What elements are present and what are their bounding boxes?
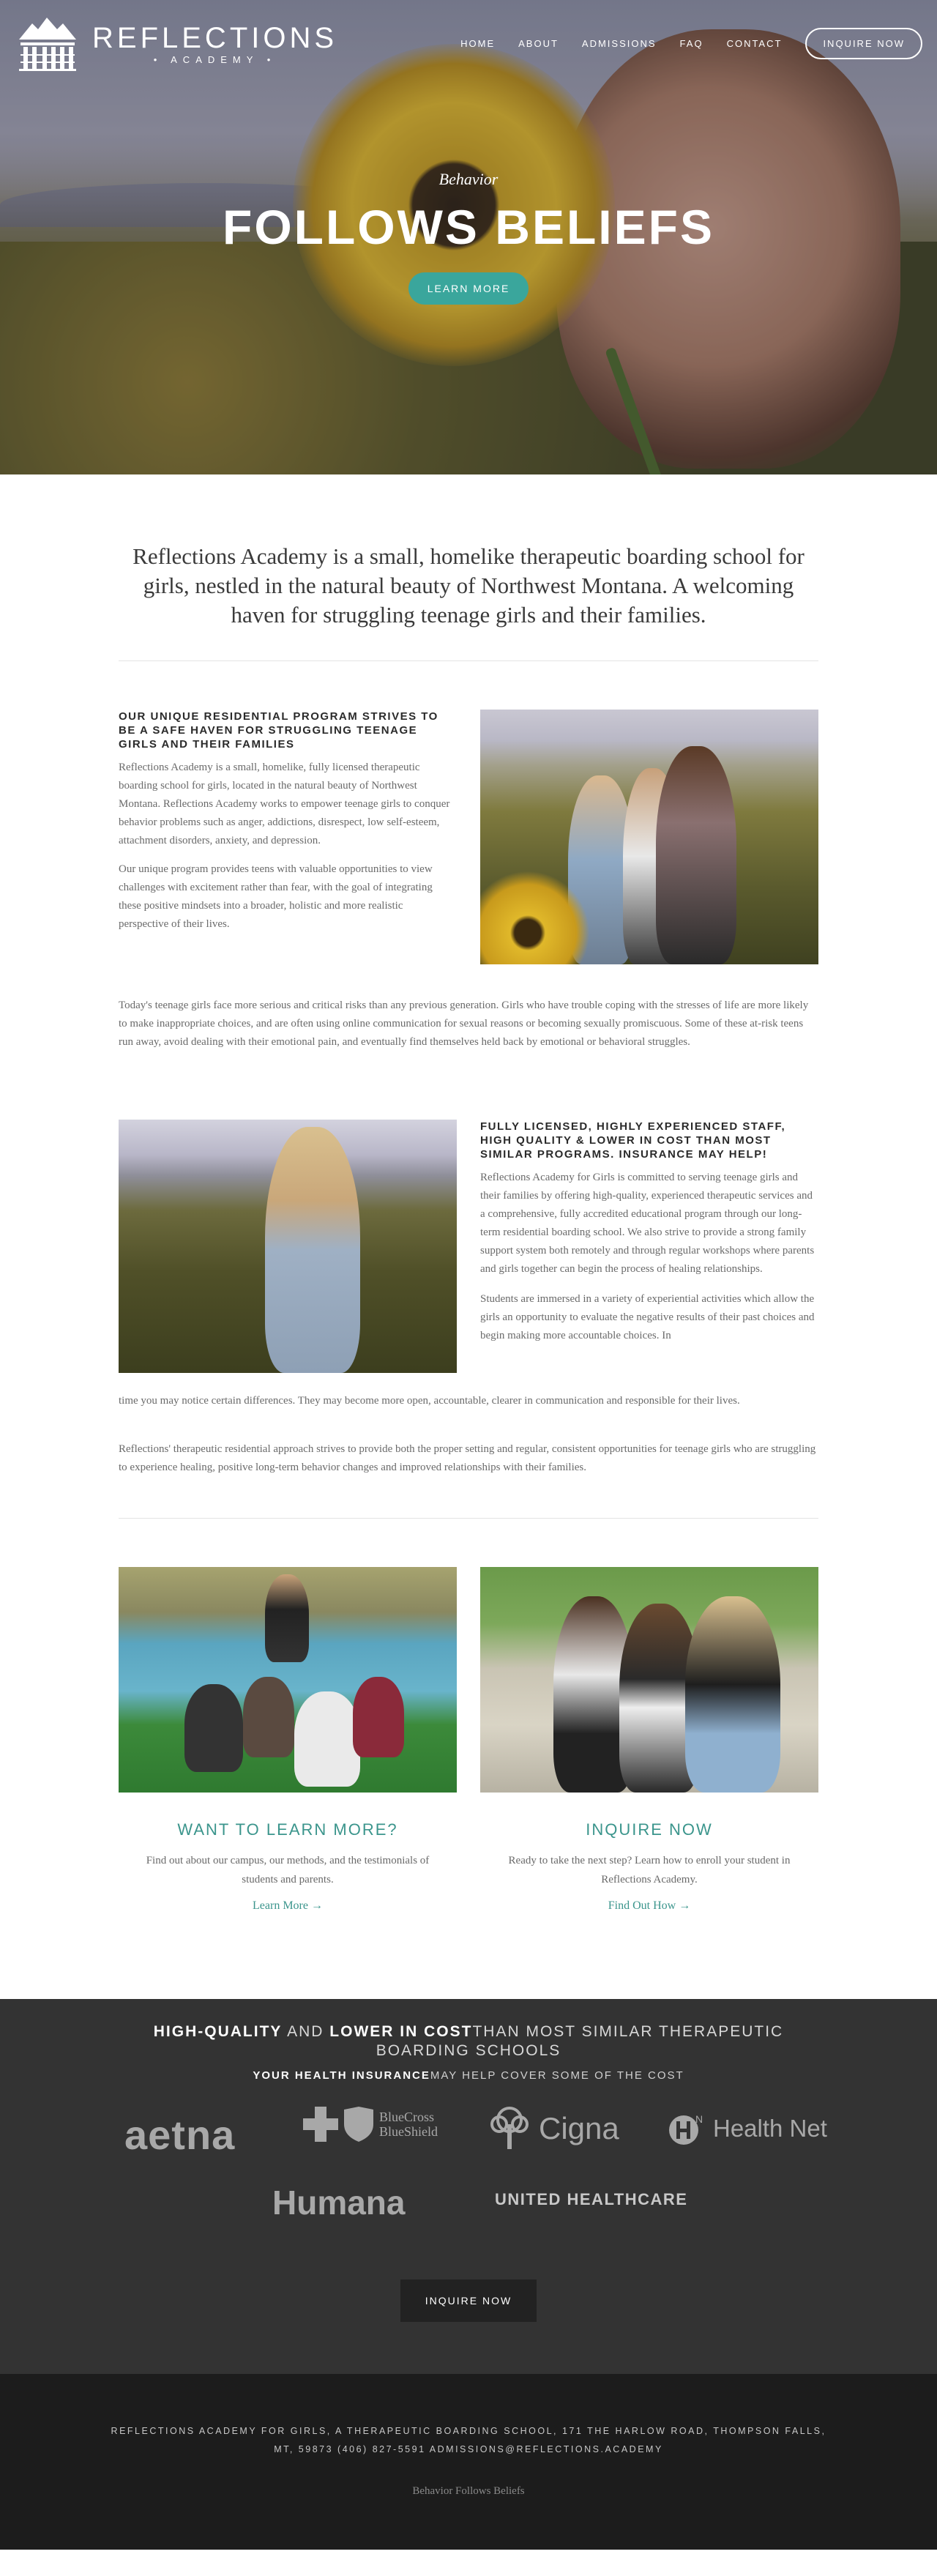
find-out-how-link[interactable]: Find Out How →	[608, 1899, 690, 1913]
program-section: OUR UNIQUE RESIDENTIAL PROGRAM STRIVES T…	[119, 710, 818, 1120]
hero-title: FOLLOWS BELIEFS	[223, 200, 714, 254]
cta-cards: WANT TO LEARN MORE? Find out about our c…	[119, 1567, 818, 1913]
united-healthcare-logo: UNITED HEALTHCARE	[495, 2190, 688, 2208]
smiling-girl-photo	[119, 1120, 457, 1373]
hero-banner: REFLECTIONS • ACADEMY • HOME ABOUT ADMIS…	[0, 0, 937, 474]
divider	[119, 660, 818, 661]
site-footer: REFLECTIONS ACADEMY FOR GIRLS, A THERAPE…	[0, 2374, 937, 2550]
logo-subtitle: • ACADEMY •	[153, 53, 277, 65]
staff-paragraph-2a: Students are immersed in a variety of ex…	[480, 1293, 815, 1341]
hero-subtitle: Behavior	[438, 170, 499, 188]
healthnet-icon: N	[669, 2113, 703, 2145]
hammock-girls-photo	[480, 1567, 818, 1793]
insurance-heading: HIGH-QUALITY AND LOWER IN COSTTHAN MOST …	[153, 2023, 784, 2059]
learn-more-card-title: WANT TO LEARN MORE?	[177, 1820, 398, 1839]
program-paragraph-1: Reflections Academy is a small, homelike…	[119, 762, 450, 846]
learn-more-button[interactable]: LEARN MORE	[408, 272, 529, 305]
cigna-tree-icon	[490, 2107, 529, 2149]
program-paragraph-3: Today's teenage girls face more serious …	[119, 999, 809, 1048]
program-heading: OUR UNIQUE RESIDENTIAL PROGRAM STRIVES T…	[119, 710, 438, 751]
logo-mountain-icon	[19, 18, 76, 71]
humana-logo: Humana	[272, 2184, 406, 2222]
staff-heading: FULLY LICENSED, HIGHLY EXPERIENCED STAFF…	[480, 1120, 786, 1161]
bcbs-logo: BlueCross BlueShield	[303, 2107, 438, 2142]
staff-paragraph-1: Reflections Academy for Girls is committ…	[480, 1172, 815, 1275]
bluecross-icon	[303, 2107, 338, 2142]
inquire-card-text: Ready to take the next step? Learn how t…	[508, 1855, 791, 1886]
three-girls-photo	[480, 710, 818, 964]
healthnet-logo: N Health Net	[666, 2111, 827, 2146]
nav-faq[interactable]: FAQ	[680, 38, 703, 49]
hero-text: Behavior FOLLOWS BELIEFS LEARN MORE	[0, 170, 937, 305]
nav-inquire-button[interactable]: INQUIRE NOW	[805, 28, 922, 59]
aetna-logo: aetna	[124, 2112, 236, 2158]
nav-admissions[interactable]: ADMISSIONS	[582, 38, 657, 49]
learn-more-card: WANT TO LEARN MORE? Find out about our c…	[119, 1567, 457, 1913]
svg-text:N: N	[695, 2113, 703, 2125]
site-logo[interactable]: REFLECTIONS • ACADEMY •	[16, 15, 337, 73]
blueshield-icon	[344, 2107, 373, 2142]
footer-address: REFLECTIONS ACADEMY FOR GIRLS, A THERAPE…	[111, 2426, 826, 2454]
inquire-card-title: INQUIRE NOW	[586, 1820, 713, 1839]
learn-more-link[interactable]: Learn More →	[253, 1899, 323, 1913]
program-paragraph-2: Our unique program provides teens with v…	[119, 863, 433, 930]
insurance-band: HIGH-QUALITY AND LOWER IN COSTTHAN MOST …	[0, 1999, 937, 2374]
nav-home[interactable]: HOME	[460, 38, 495, 49]
cigna-logo: Cigna	[486, 2107, 619, 2151]
nav-contact[interactable]: CONTACT	[727, 38, 783, 49]
footer-tagline: Behavior Follows Beliefs	[412, 2485, 525, 2497]
insurance-subheading: YOUR HEALTH INSURANCEMAY HELP COVER SOME…	[253, 2069, 684, 2082]
insurance-inquire-button[interactable]: INQUIRE NOW	[400, 2279, 537, 2322]
main-menu: HOME ABOUT ADMISSIONS FAQ CONTACT INQUIR…	[460, 28, 922, 59]
insurance-logos: aetna BlueCross BlueShield Cigna N Healt…	[0, 2096, 937, 2236]
top-nav: REFLECTIONS • ACADEMY • HOME ABOUT ADMIS…	[0, 0, 937, 88]
lake-group-photo	[119, 1567, 457, 1793]
inquire-card: INQUIRE NOW Ready to take the next step?…	[480, 1567, 818, 1913]
logo-name: REFLECTIONS	[92, 21, 338, 54]
divider	[119, 1518, 818, 1519]
nav-about[interactable]: ABOUT	[518, 38, 559, 49]
staff-paragraph-2b: time you may notice certain differences.…	[119, 1395, 740, 1407]
staff-section: FULLY LICENSED, HIGHLY EXPERIENCED STAFF…	[119, 1120, 818, 1500]
staff-paragraph-3: Reflections' therapeutic residential app…	[119, 1443, 816, 1473]
learn-more-card-text: Find out about our campus, our methods, …	[146, 1855, 430, 1886]
intro-statement: Reflections Academy is a small, homelike…	[132, 543, 805, 628]
